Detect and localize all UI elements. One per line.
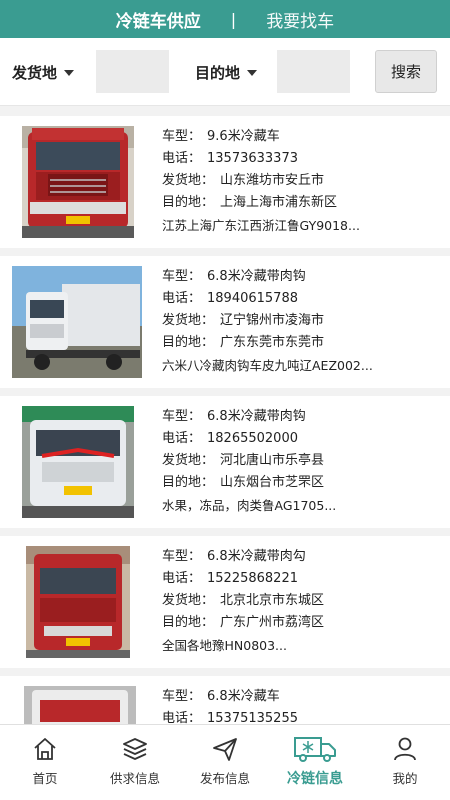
origin-dropdown[interactable]: 发货地 xyxy=(12,62,75,83)
listing-description: 六米八冷藏肉钩车皮九吨辽AEZ002... xyxy=(162,358,373,373)
listing-description: 水果，冻品，肉类鲁AG1705... xyxy=(162,498,337,513)
list-item[interactable]: 车型： 6.8米冷藏带肉钩 电话： 18265502000 发货地： 河北唐山市乐亭县… xyxy=(0,396,450,528)
destination-input[interactable] xyxy=(277,50,350,93)
listing-info: 车型： 6.8米冷藏带肉勾 电话： 15225868221 发货地： 北京北京市东城区… xyxy=(162,546,440,657)
truck-photo xyxy=(24,686,136,724)
phone-row: 电话： 15225868221 xyxy=(162,571,298,586)
tab-cold-chain-supply[interactable]: 冷链车供应 xyxy=(116,7,201,32)
bottom-tab-bar: 首页 供求信息 发布信息 冷链信息 我的 xyxy=(0,724,450,800)
tab-cold-chain[interactable]: 冷链信息 xyxy=(270,725,360,800)
tab-home[interactable]: 首页 xyxy=(0,725,90,800)
vehicle-type-row: 车型： 6.8米冷藏带肉钩 xyxy=(162,409,306,424)
tab-label: 我的 xyxy=(392,771,418,786)
chevron-down-icon xyxy=(64,69,75,76)
vehicle-type-row: 车型： 6.8米冷藏带肉钩 xyxy=(162,269,306,284)
tab-publish[interactable]: 发布信息 xyxy=(180,725,270,800)
list-item[interactable]: 车型： 9.6米冷藏车 电话： 13573633373 发货地： 山东潍坊市安丘市 目… xyxy=(0,116,450,248)
origin-row: 发货地： 河北唐山市乐亭县 xyxy=(162,453,325,468)
listing-info: 车型： 6.8米冷藏带肉钩 电话： 18940615788 发货地： 辽宁锦州市凌海市… xyxy=(162,266,440,377)
destination-row: 目的地： 上海上海市浦东新区 xyxy=(162,195,338,210)
top-header: 冷链车供应 | 我要找车 xyxy=(0,0,450,38)
truck-list: 车型： 9.6米冷藏车 电话： 13573633373 发货地： 山东潍坊市安丘市 目… xyxy=(0,116,450,724)
listing-info: 车型： 6.8米冷藏带肉钩 电话： 18265502000 发货地： 河北唐山市乐亭县… xyxy=(162,406,440,517)
tab-find-truck[interactable]: 我要找车 xyxy=(266,7,334,32)
list-item[interactable]: 车型： 6.8米冷藏车 电话： 15375135255 xyxy=(0,676,450,724)
truck-photo xyxy=(26,546,138,658)
chevron-down-icon xyxy=(247,69,258,76)
phone-row: 电话： 18940615788 xyxy=(162,291,298,306)
search-button[interactable]: 搜索 xyxy=(375,50,437,93)
listing-description: 江苏上海广东江西浙江鲁GY9018... xyxy=(162,218,360,233)
truck-photo xyxy=(22,126,134,238)
list-item[interactable]: 车型： 6.8米冷藏带肉勾 电话： 15225868221 发货地： 北京北京市东城区… xyxy=(0,536,450,668)
origin-row: 发货地： 北京北京市东城区 xyxy=(162,593,325,608)
destination-label: 目的地 xyxy=(195,64,241,82)
tab-label: 首页 xyxy=(32,771,58,786)
tab-label: 发布信息 xyxy=(199,771,250,786)
origin-row: 发货地： 山东潍坊市安丘市 xyxy=(162,173,325,188)
vehicle-type-row: 车型： 6.8米冷藏带肉勾 xyxy=(162,549,306,564)
coldchain-truck-icon xyxy=(294,737,336,762)
home-icon xyxy=(34,738,56,760)
send-icon xyxy=(213,738,237,761)
listing-info: 车型： 9.6米冷藏车 电话： 13573633373 发货地： 山东潍坊市安丘市 目… xyxy=(162,126,440,237)
vehicle-type-row: 车型： 9.6米冷藏车 xyxy=(162,129,280,144)
tab-label: 供求信息 xyxy=(109,771,160,786)
filter-bar: 发货地 目的地 搜索 xyxy=(0,38,450,106)
header-separator: | xyxy=(230,9,237,29)
destination-row: 目的地： 山东烟台市芝罘区 xyxy=(162,475,325,490)
origin-input[interactable] xyxy=(96,50,169,93)
origin-row: 发货地： 辽宁锦州市凌海市 xyxy=(162,313,325,328)
destination-row: 目的地： 广东东莞市东莞市 xyxy=(162,335,325,350)
vehicle-type-row: 车型： 6.8米冷藏车 xyxy=(162,689,280,704)
destination-row: 目的地： 广东广州市荔湾区 xyxy=(162,615,325,630)
phone-row: 电话： 18265502000 xyxy=(162,431,298,446)
list-item[interactable]: 车型： 6.8米冷藏带肉钩 电话： 18940615788 发货地： 辽宁锦州市凌海市… xyxy=(0,256,450,388)
destination-dropdown[interactable]: 目的地 xyxy=(195,62,258,83)
truck-photo xyxy=(22,406,134,518)
user-icon xyxy=(394,737,416,761)
tab-supply-demand[interactable]: 供求信息 xyxy=(90,725,180,800)
listing-description: 全国各地豫HN0803... xyxy=(162,638,287,653)
tab-mine[interactable]: 我的 xyxy=(360,725,450,800)
phone-row: 电话： 15375135255 xyxy=(162,711,298,724)
truck-photo xyxy=(12,266,142,378)
listing-info: 车型： 6.8米冷藏车 电话： 15375135255 xyxy=(162,686,440,724)
tab-label: 冷链信息 xyxy=(287,771,343,787)
origin-label: 发货地 xyxy=(12,64,58,82)
phone-row: 电话： 13573633373 xyxy=(162,151,298,166)
layers-icon xyxy=(123,738,147,760)
